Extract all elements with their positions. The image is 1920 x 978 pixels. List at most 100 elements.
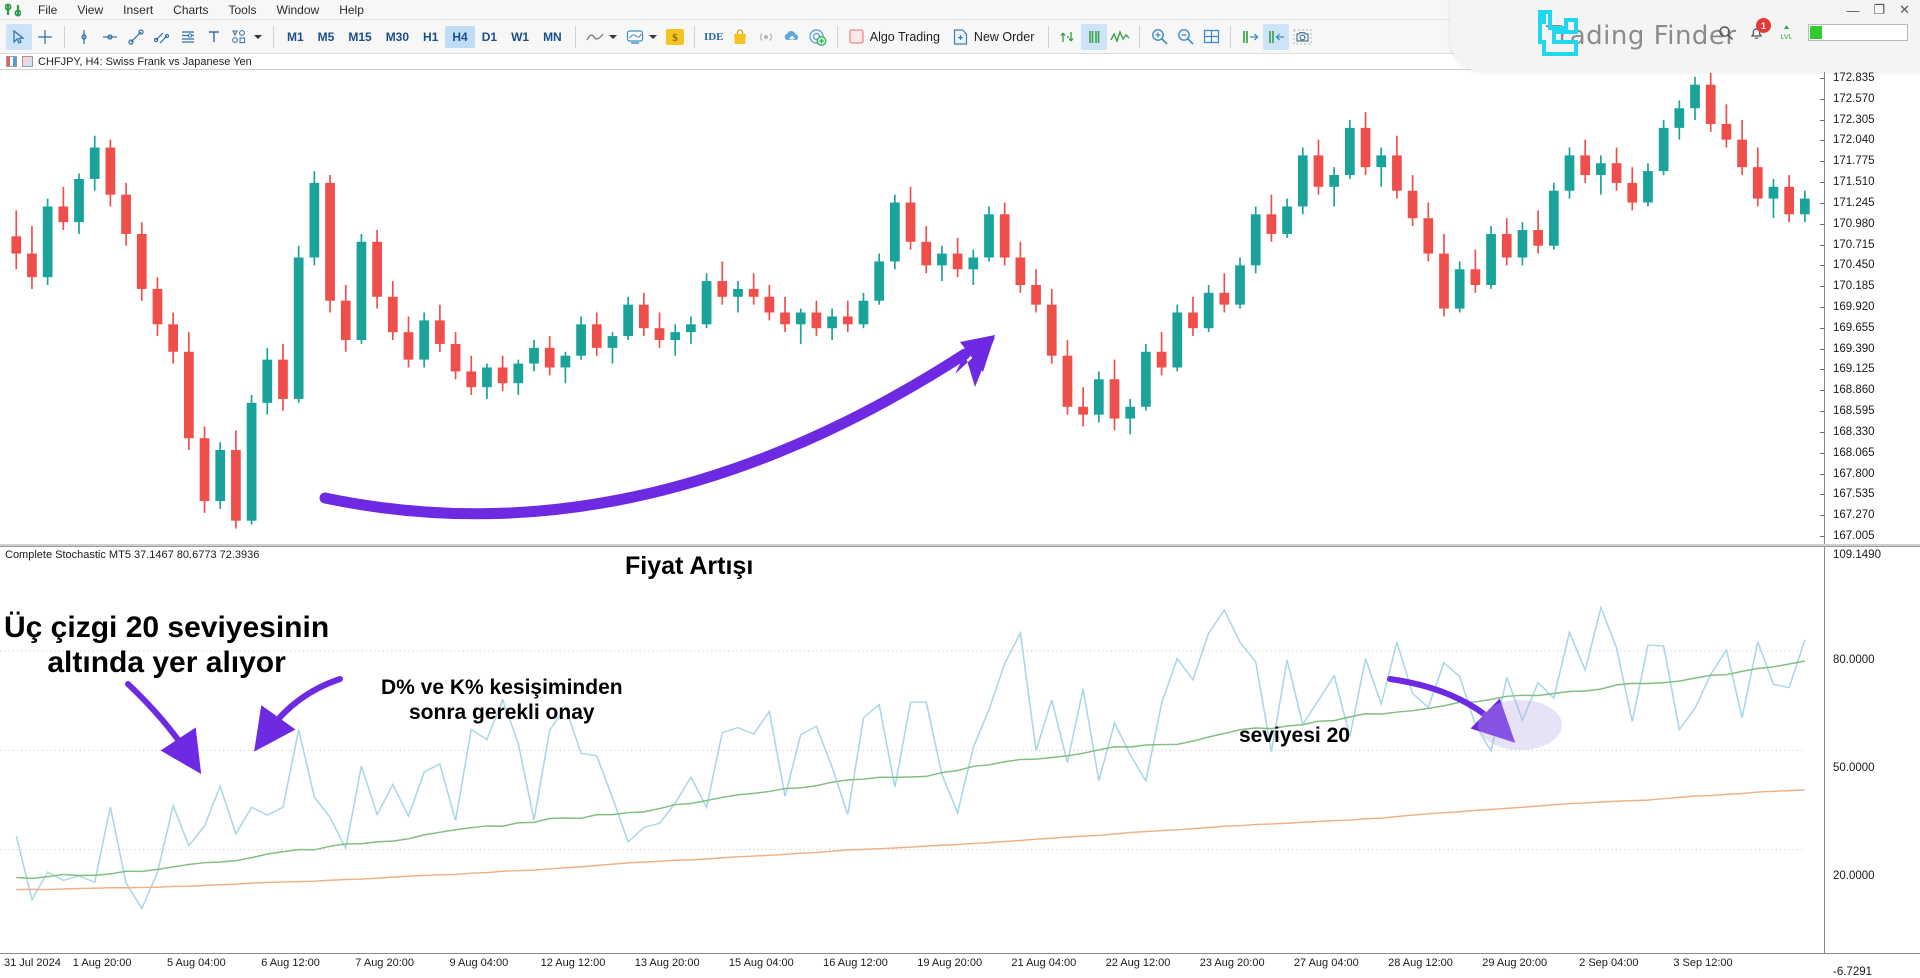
price-axis-tick: 167.270 — [1833, 509, 1875, 521]
timeframe-h4[interactable]: H4 — [445, 26, 474, 48]
price-axis-tickmark — [1820, 349, 1825, 350]
price-axis-tick: 168.595 — [1833, 405, 1875, 417]
annotation-crossover-confirmation: D% ve K% kesişiminden sonra gerekli onay — [381, 676, 623, 726]
menu-item-charts[interactable]: Charts — [163, 1, 218, 19]
indicator-pane[interactable]: Complete Stochastic MT5 37.1467 80.6773 … — [0, 546, 1920, 953]
close-button[interactable]: ✕ — [1899, 2, 1910, 18]
price-axis-tickmark — [1820, 78, 1825, 79]
zoom-out-icon[interactable] — [1172, 24, 1198, 50]
minimize-button[interactable]: — — [1846, 3, 1859, 18]
price-axis-tickmark — [1820, 328, 1825, 329]
svg-text:LVL: LVL — [1781, 34, 1793, 41]
crosshair-icon[interactable] — [32, 24, 58, 50]
toolbar-separator — [1048, 26, 1049, 48]
price-axis-tick: 170.450 — [1833, 259, 1875, 271]
timeframe-m30[interactable]: M30 — [379, 26, 416, 48]
autoscroll-icon[interactable] — [1055, 24, 1081, 50]
horizontal-line-icon[interactable] — [97, 24, 123, 50]
algo-trading-stop-icon — [849, 29, 864, 44]
price-axis-tick: 171.775 — [1833, 155, 1875, 167]
price-axis-tick: 169.920 — [1833, 301, 1875, 313]
annotation-crossover-line1: D% ve K% kesişiminden — [381, 676, 623, 701]
chart-type-dropdown-caret-icon[interactable] — [609, 35, 617, 39]
price-pane[interactable]: 172.835172.570172.305172.040171.775171.5… — [0, 70, 1920, 544]
ide-label: IDE — [704, 31, 724, 43]
toolbar-separator — [837, 26, 838, 48]
timeframe-d1[interactable]: D1 — [475, 26, 504, 48]
bars-forward-icon[interactable] — [1237, 24, 1263, 50]
vertical-line-icon[interactable] — [71, 24, 97, 50]
annotation-three-lines-below-20-line2: altında yer alıyor — [4, 645, 329, 680]
menu-item-insert[interactable]: Insert — [113, 1, 163, 19]
fibonacci-icon[interactable] — [175, 24, 201, 50]
templates-dropdown-caret-icon[interactable] — [649, 35, 657, 39]
trendline-icon[interactable] — [123, 24, 149, 50]
chart-window-icon — [6, 56, 17, 67]
text-label-icon[interactable] — [201, 24, 227, 50]
time-axis[interactable]: 31 Jul 20241 Aug 20:005 Aug 04:006 Aug 1… — [0, 953, 1920, 973]
indicator-axis-tick: 50.0000 — [1833, 762, 1875, 774]
timeframe-m1[interactable]: M1 — [280, 26, 311, 48]
price-axis-tick: 169.655 — [1833, 322, 1875, 334]
indicator-axis-tick: 20.0000 — [1833, 870, 1875, 882]
price-axis-tick: 168.065 — [1833, 447, 1875, 459]
equidistant-channel-icon[interactable] — [149, 24, 175, 50]
price-axis-tickmark — [1820, 432, 1825, 433]
toolbar-separator — [64, 26, 65, 48]
time-axis-tick: 15 Aug 04:00 — [729, 957, 794, 969]
timeframe-h1[interactable]: H1 — [416, 26, 445, 48]
price-axis-tick: 170.185 — [1833, 280, 1875, 292]
screenshot-icon[interactable] — [1289, 24, 1315, 50]
level-icon[interactable]: LVL — [1779, 24, 1794, 41]
ide-button[interactable]: IDE — [701, 24, 727, 50]
grid-icon[interactable] — [1198, 24, 1224, 50]
timeframe-m15[interactable]: M15 — [341, 26, 378, 48]
new-order-button[interactable]: New Order — [948, 26, 1042, 48]
zoom-in-icon[interactable] — [1146, 24, 1172, 50]
cursor-icon[interactable] — [6, 24, 32, 50]
menu-item-file[interactable]: File — [28, 1, 67, 19]
price-axis-tick: 172.040 — [1833, 134, 1875, 146]
time-axis-tick: 12 Aug 12:00 — [541, 957, 606, 969]
search-icon[interactable] — [1718, 25, 1734, 41]
time-axis-tick: 1 Aug 20:00 — [73, 957, 132, 969]
menu-item-tools[interactable]: Tools — [219, 1, 267, 19]
time-axis-tick: 2 Sep 04:00 — [1579, 957, 1638, 969]
menu-item-help[interactable]: Help — [329, 1, 374, 19]
timeframe-w1[interactable]: W1 — [504, 26, 536, 48]
bars-backward-icon[interactable] — [1263, 24, 1289, 50]
price-axis-tickmark — [1820, 286, 1825, 287]
templates-icon[interactable] — [622, 24, 648, 50]
account-bar: 1 LVL — [1718, 24, 1908, 41]
dollar-icon[interactable]: $ — [662, 24, 688, 50]
vps-cloud-icon[interactable] — [779, 24, 805, 50]
line-chart-icon[interactable] — [582, 24, 608, 50]
menu-item-window[interactable]: Window — [267, 1, 330, 19]
annotation-level-20: seviyesi 20 — [1239, 724, 1350, 749]
community-icon[interactable] — [805, 24, 831, 50]
price-axis-tick: 167.535 — [1833, 488, 1875, 500]
maximize-button[interactable]: ❐ — [1873, 2, 1885, 18]
indicator-axis-labels[interactable]: 109.149080.000050.000020.0000-6.7291 — [1825, 547, 1920, 953]
algo-trading-button[interactable]: Algo Trading — [844, 26, 948, 47]
signals-icon[interactable] — [753, 24, 779, 50]
time-axis-tick: 27 Aug 04:00 — [1294, 957, 1359, 969]
time-axis-tick: 5 Aug 04:00 — [167, 957, 226, 969]
balance-meter[interactable] — [1808, 24, 1908, 41]
timeframe-m5[interactable]: M5 — [311, 26, 342, 48]
price-axis-tick: 172.835 — [1833, 72, 1875, 84]
chart-shift-icon[interactable] — [1081, 24, 1107, 50]
menu-item-view[interactable]: View — [67, 1, 113, 19]
price-axis-tick: 170.980 — [1833, 218, 1875, 230]
timeframe-mn[interactable]: MN — [536, 26, 569, 48]
indicators-icon[interactable] — [1107, 24, 1133, 50]
notifications-icon[interactable]: 1 — [1748, 24, 1765, 41]
price-axis-tickmark — [1820, 494, 1825, 495]
price-axis-tick: 167.005 — [1833, 530, 1875, 542]
market-bag-icon[interactable] — [727, 24, 753, 50]
shapes-dropdown-caret-icon[interactable] — [254, 35, 262, 39]
new-order-icon — [953, 29, 968, 45]
price-axis-labels[interactable]: 172.835172.570172.305172.040171.775171.5… — [1825, 70, 1920, 544]
shapes-icon[interactable] — [227, 24, 253, 50]
price-axis-tick: 168.330 — [1833, 426, 1875, 438]
